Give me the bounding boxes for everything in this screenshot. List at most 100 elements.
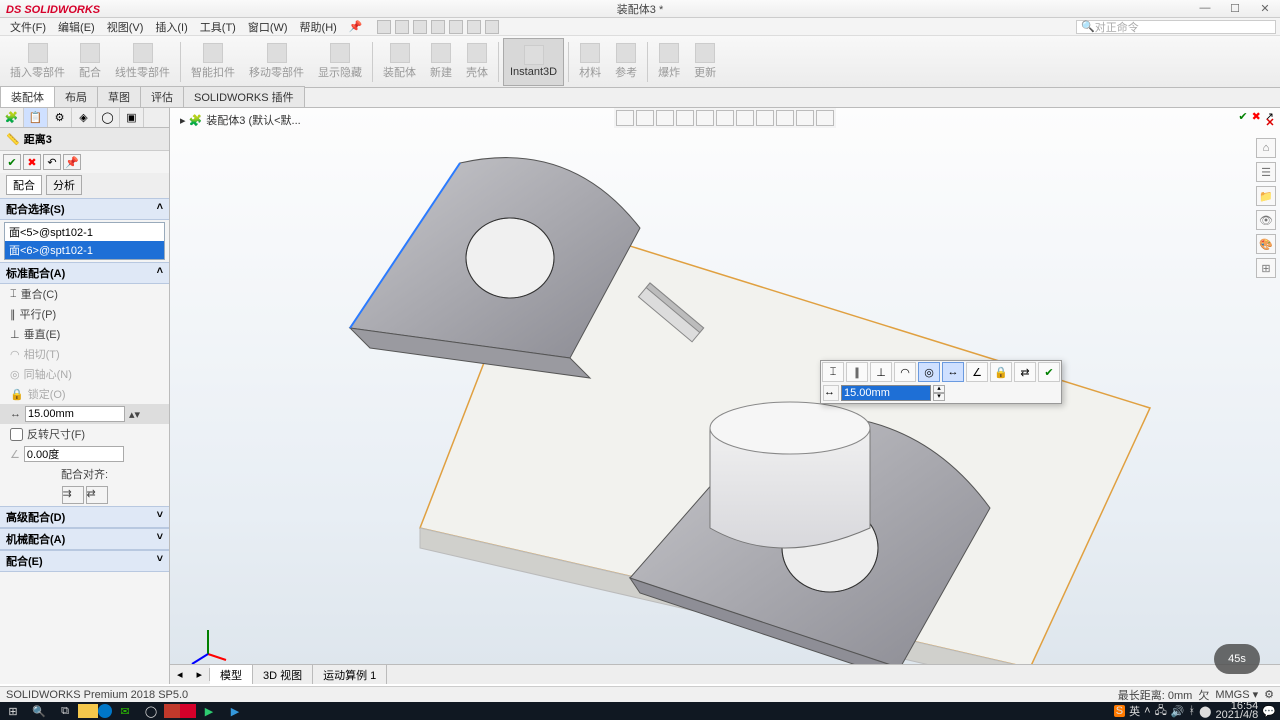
tab-sketch[interactable]: 草图 (97, 86, 141, 107)
pm-ok-button[interactable]: ✔ (3, 154, 21, 170)
pm-cancel-button[interactable]: ✖ (23, 154, 41, 170)
pm-tab-extra1-icon[interactable]: ◯ (96, 108, 120, 127)
command-search[interactable]: 🔍 对正命令 (1076, 20, 1276, 34)
tray-sogou-icon[interactable]: S (1114, 705, 1125, 717)
maximize-button[interactable]: ☐ (1220, 2, 1250, 15)
pm-selection-2[interactable]: 面<6>@spt102-1 (5, 241, 164, 259)
mate-lock[interactable]: 🔒锁定(O) (0, 384, 169, 404)
mate-perpendicular[interactable]: ⊥垂直(E) (0, 324, 169, 344)
ctx-ok-icon[interactable]: ✔ (1038, 362, 1060, 382)
pm-selection-list[interactable]: 面<5>@spt102-1 面<6>@spt102-1 (4, 222, 165, 260)
tab-evaluate[interactable]: 评估 (140, 86, 184, 107)
ctx-distance-input[interactable] (841, 385, 931, 401)
mate-tangent[interactable]: ◠相切(T) (0, 344, 169, 364)
tray-net-icon[interactable]: 🖧 (1155, 702, 1167, 721)
ribbon-assembly[interactable]: 装配体 (377, 38, 422, 86)
menu-tools[interactable]: 工具(T) (194, 19, 242, 35)
menu-pin-icon[interactable]: 📌 (343, 20, 369, 33)
viewport[interactable]: ▸ 🧩 装配体3 (默认<默... (170, 108, 1280, 684)
ribbon-instant3d[interactable]: Instant3D (503, 38, 564, 86)
ctx-parallel-icon[interactable]: ∥ (846, 362, 868, 382)
pm-selection-1[interactable]: 面<5>@spt102-1 (5, 223, 164, 241)
pm-section-selections[interactable]: 配合选择(S)˄ (0, 198, 169, 220)
ribbon-show[interactable]: 显示隐藏 (312, 38, 368, 86)
confirm-corner-x-icon[interactable]: ✖ (1252, 110, 1261, 123)
pm-section-advanced[interactable]: 高级配合(D)˅ (0, 506, 169, 528)
tb-taskview-icon[interactable]: ⧉ (52, 702, 78, 720)
tb-app2-icon[interactable]: ▶ (196, 702, 222, 720)
ctx-perpendicular-icon[interactable]: ⊥ (870, 362, 892, 382)
pm-tab-extra2-icon[interactable]: ▣ (120, 108, 144, 127)
bt-prev-icon[interactable]: ◂ (170, 668, 190, 681)
mate-concentric[interactable]: ◎同轴心(N) (0, 364, 169, 384)
align-same-button[interactable]: ⇉ (62, 486, 84, 504)
menu-window[interactable]: 窗口(W) (242, 19, 294, 35)
ribbon-reference[interactable]: 参考 (609, 38, 643, 86)
qat-undo-icon[interactable] (449, 20, 463, 34)
menu-help[interactable]: 帮助(H) (294, 19, 343, 35)
flip-dim-check[interactable]: 反转尺寸(F) (0, 424, 169, 444)
tp-view-icon[interactable]: 👁 (1256, 210, 1276, 230)
qat-print-icon[interactable] (431, 20, 445, 34)
menu-insert[interactable]: 插入(I) (149, 19, 193, 35)
qat-redo-icon[interactable] (467, 20, 481, 34)
tab-addins[interactable]: SOLIDWORKS 插件 (183, 86, 305, 107)
menu-edit[interactable]: 编辑(E) (52, 19, 101, 35)
tray-vol-icon[interactable]: 🔊 (1171, 705, 1185, 718)
qat-open-icon[interactable] (395, 20, 409, 34)
ribbon-shell[interactable]: 壳体 (460, 38, 494, 86)
pm-tab-display-icon[interactable]: ◈ (72, 108, 96, 127)
ribbon-material[interactable]: 材料 (573, 38, 607, 86)
ribbon-smart[interactable]: 智能扣件 (185, 38, 241, 86)
mate-parallel[interactable]: ∥平行(P) (0, 304, 169, 324)
pm-section-mechanical[interactable]: 机械配合(A)˅ (0, 528, 169, 550)
close-button[interactable]: ✕ (1250, 2, 1280, 15)
tp-library-icon[interactable]: 📁 (1256, 186, 1276, 206)
pm-section-mates[interactable]: 配合(E)˅ (0, 550, 169, 572)
tb-search-icon[interactable]: 🔍 (26, 702, 52, 720)
bt-next-icon[interactable]: ▸ (190, 668, 210, 681)
qat-new-icon[interactable] (377, 20, 391, 34)
qat-options-icon[interactable] (485, 20, 499, 34)
qat-save-icon[interactable] (413, 20, 427, 34)
tb-dell-icon[interactable] (98, 704, 112, 718)
ctx-concentric-icon[interactable]: ◎ (918, 362, 940, 382)
angle-input[interactable] (24, 446, 124, 462)
panel-close-icon[interactable]: ✕ (1262, 114, 1278, 130)
pm-tab-feature-icon[interactable]: 🧩 (0, 108, 24, 127)
confirm-corner-ok-icon[interactable]: ✔ (1238, 110, 1247, 123)
ribbon-linear[interactable]: 线性零部件 (109, 38, 176, 86)
tp-home-icon[interactable]: ⌂ (1256, 138, 1276, 158)
pm-undo-button[interactable]: ↶ (43, 154, 61, 170)
bottom-tab-3dview[interactable]: 3D 视图 (253, 665, 313, 685)
tb-explorer-icon[interactable] (78, 704, 98, 718)
ribbon-new[interactable]: 新建 (424, 38, 458, 86)
spinner-icon[interactable]: ▴▾ (129, 408, 140, 421)
tb-app3-icon[interactable]: ▶ (222, 702, 248, 720)
tp-custom-icon[interactable]: ⊞ (1256, 258, 1276, 278)
align-anti-button[interactable]: ⇄ (86, 486, 108, 504)
pm-tab-config-icon[interactable]: ⚙ (48, 108, 72, 127)
ribbon-mate[interactable]: 配合 (73, 38, 107, 86)
mate-distance-row[interactable]: ↔ ▴▾ (0, 404, 169, 424)
ctx-lock-icon[interactable]: 🔒 (990, 362, 1012, 382)
tray-ime-icon[interactable]: 英 (1129, 703, 1140, 719)
menu-file[interactable]: 文件(F) (4, 19, 52, 35)
tray-extra-icon[interactable]: ⬤ (1199, 705, 1211, 718)
tb-wechat-icon[interactable]: ✉ (112, 702, 138, 720)
pm-section-standard[interactable]: 标准配合(A)˄ (0, 262, 169, 284)
ribbon-explode[interactable]: 爆炸 (652, 38, 686, 86)
tab-assembly[interactable]: 装配体 (0, 86, 55, 107)
ctx-spinner[interactable]: ▴▾ (933, 385, 945, 401)
pm-pushpin-button[interactable]: 📌 (63, 154, 81, 170)
tb-chrome-icon[interactable]: ◯ (138, 702, 164, 720)
start-button[interactable]: ⊞ (0, 702, 26, 720)
status-custom-icon[interactable]: ⚙ (1264, 688, 1274, 701)
ctx-coincident-icon[interactable]: ⌶ (822, 362, 844, 382)
pm-tab-property-icon[interactable]: 📋 (24, 108, 48, 127)
tp-appearance-icon[interactable]: 🎨 (1256, 234, 1276, 254)
tray-notifications-icon[interactable]: 💬 (1262, 705, 1276, 718)
distance-input[interactable] (25, 406, 125, 422)
tab-layout[interactable]: 布局 (54, 86, 98, 107)
menu-view[interactable]: 视图(V) (101, 19, 150, 35)
